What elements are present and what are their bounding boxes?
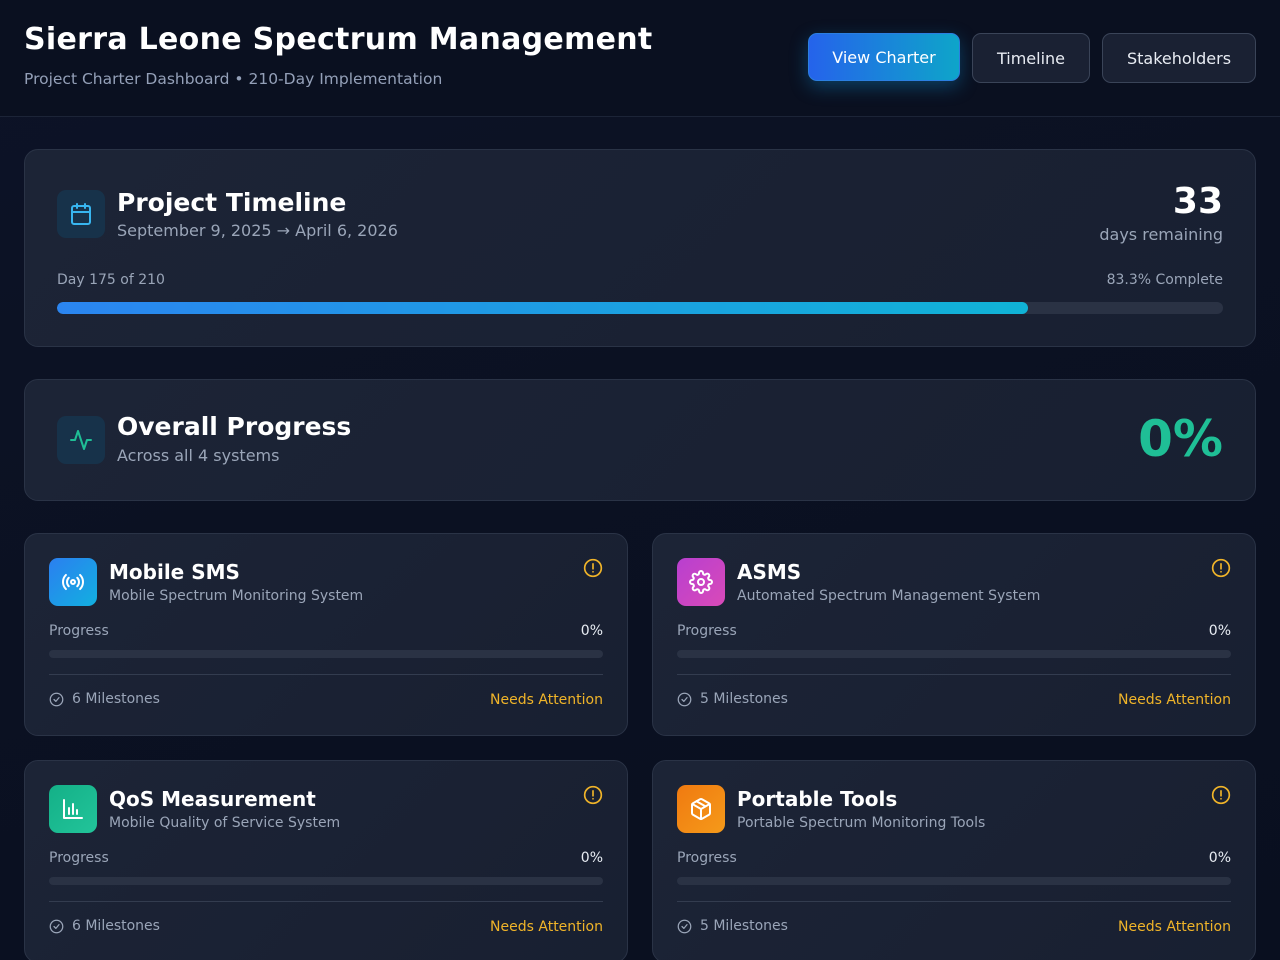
timeline-dates: September 9, 2025 → April 6, 2026 bbox=[117, 221, 398, 240]
system-progress-value: 0% bbox=[1208, 623, 1231, 639]
milestones-count: 5 Milestones bbox=[700, 918, 788, 934]
gear-icon bbox=[677, 558, 725, 606]
alert-icon bbox=[1211, 558, 1231, 578]
milestones-count: 5 Milestones bbox=[700, 691, 788, 707]
days-remaining-label: days remaining bbox=[1099, 225, 1223, 244]
status-badge: Needs Attention bbox=[1118, 692, 1231, 708]
check-circle-icon bbox=[677, 919, 692, 933]
timeline-progress-fill bbox=[57, 302, 1029, 314]
app-title: Sierra Leone Spectrum Management bbox=[24, 22, 653, 57]
system-title: ASMS bbox=[737, 560, 802, 584]
app-subtitle: Project Charter Dashboard • 210-Day Impl… bbox=[24, 70, 443, 88]
system-progress-bar bbox=[49, 877, 603, 885]
timeline-day-counter: Day 175 of 210 bbox=[57, 272, 165, 288]
timeline-button[interactable]: Timeline bbox=[972, 33, 1090, 83]
days-remaining-count: 33 bbox=[1172, 181, 1223, 222]
bar-chart-icon bbox=[49, 785, 97, 833]
system-progress-label: Progress bbox=[49, 850, 109, 866]
system-progress-bar bbox=[677, 650, 1231, 658]
system-progress-bar bbox=[49, 650, 603, 658]
timeline-percent-complete: 83.3% Complete bbox=[1106, 272, 1223, 288]
system-progress-value: 0% bbox=[580, 850, 603, 866]
system-subtitle: Portable Spectrum Monitoring Tools bbox=[737, 815, 986, 831]
system-progress-value: 0% bbox=[580, 623, 603, 639]
system-subtitle: Mobile Quality of Service System bbox=[109, 815, 341, 831]
system-subtitle: Automated Spectrum Management System bbox=[737, 588, 1041, 604]
header-nav: View Charter Timeline Stakeholders bbox=[808, 33, 1256, 83]
system-title: Mobile SMS bbox=[109, 560, 240, 584]
system-progress-label: Progress bbox=[49, 623, 109, 639]
system-subtitle: Mobile Spectrum Monitoring System bbox=[109, 588, 364, 604]
overall-progress-card: Overall Progress Across all 4 systems 0% bbox=[24, 379, 1256, 501]
system-card-qos-measurement[interactable]: QoS Measurement Mobile Quality of Servic… bbox=[24, 760, 628, 960]
timeline-title: Project Timeline bbox=[117, 188, 347, 217]
timeline-progress-bar bbox=[57, 302, 1223, 314]
system-title: QoS Measurement bbox=[109, 787, 316, 811]
system-progress-bar bbox=[677, 877, 1231, 885]
status-badge: Needs Attention bbox=[490, 919, 603, 935]
divider bbox=[49, 674, 603, 675]
system-milestones: 5 Milestones bbox=[677, 691, 788, 707]
system-card-asms[interactable]: ASMS Automated Spectrum Management Syste… bbox=[652, 533, 1256, 736]
check-circle-icon bbox=[677, 692, 692, 706]
divider bbox=[677, 674, 1231, 675]
package-icon bbox=[677, 785, 725, 833]
check-circle-icon bbox=[49, 919, 64, 933]
system-card-mobile-sms[interactable]: Mobile SMS Mobile Spectrum Monitoring Sy… bbox=[24, 533, 628, 736]
divider bbox=[677, 901, 1231, 902]
project-timeline-card: Project Timeline September 9, 2025 → Apr… bbox=[24, 149, 1256, 347]
check-circle-icon bbox=[49, 692, 64, 706]
overall-progress-percent: 0% bbox=[1138, 410, 1223, 468]
system-title: Portable Tools bbox=[737, 787, 898, 811]
stakeholders-button[interactable]: Stakeholders bbox=[1102, 33, 1256, 83]
system-milestones: 5 Milestones bbox=[677, 918, 788, 934]
system-progress-label: Progress bbox=[677, 623, 737, 639]
alert-icon bbox=[583, 558, 603, 578]
status-badge: Needs Attention bbox=[1118, 919, 1231, 935]
overall-progress-subtitle: Across all 4 systems bbox=[117, 446, 280, 465]
broadcast-icon bbox=[49, 558, 97, 606]
system-card-portable-tools[interactable]: Portable Tools Portable Spectrum Monitor… bbox=[652, 760, 1256, 960]
milestones-count: 6 Milestones bbox=[72, 691, 160, 707]
system-milestones: 6 Milestones bbox=[49, 918, 160, 934]
divider bbox=[49, 901, 603, 902]
activity-icon bbox=[57, 416, 105, 464]
app-header: Sierra Leone Spectrum Management Project… bbox=[0, 0, 1280, 117]
system-progress-label: Progress bbox=[677, 850, 737, 866]
milestones-count: 6 Milestones bbox=[72, 918, 160, 934]
alert-icon bbox=[583, 785, 603, 805]
alert-icon bbox=[1211, 785, 1231, 805]
calendar-icon bbox=[57, 190, 105, 238]
view-charter-button[interactable]: View Charter bbox=[808, 33, 960, 81]
system-progress-value: 0% bbox=[1208, 850, 1231, 866]
status-badge: Needs Attention bbox=[490, 692, 603, 708]
overall-progress-title: Overall Progress bbox=[117, 412, 352, 441]
system-milestones: 6 Milestones bbox=[49, 691, 160, 707]
